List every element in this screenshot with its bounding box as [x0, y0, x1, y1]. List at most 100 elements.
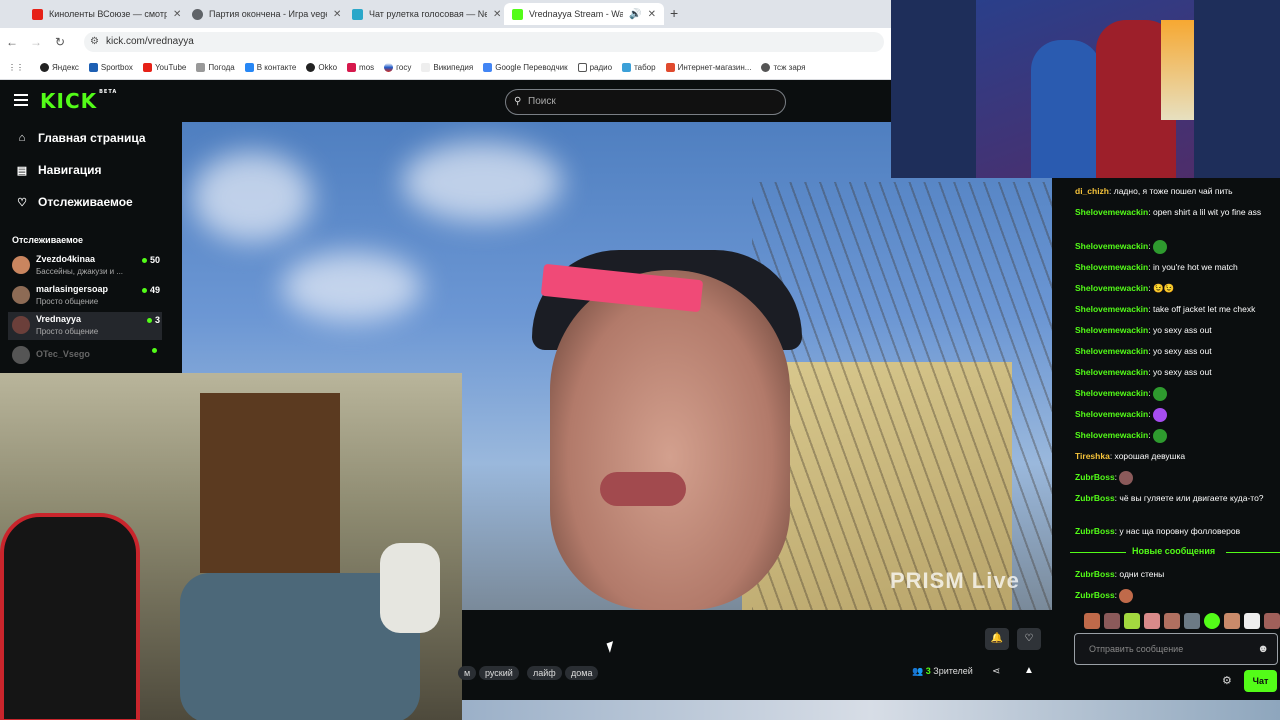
site-info-icon[interactable]: ⚙	[90, 32, 99, 52]
viewer-count: 50	[142, 255, 160, 265]
emote-icon[interactable]	[1164, 613, 1180, 629]
close-tab-icon[interactable]: ✕	[173, 9, 181, 20]
chat-username[interactable]: Shelovemewackin	[1075, 367, 1148, 377]
followed-channel-active[interactable]: Vrednayya Просто общение 3	[8, 312, 162, 340]
chat-username[interactable]: ZubrBoss	[1075, 493, 1115, 503]
chat-username[interactable]: ZubrBoss	[1075, 569, 1115, 579]
chat-username[interactable]: Shelovemewackin	[1075, 388, 1148, 398]
screen: Киноленты ВСоюзе — смотре ✕ Партия оконч…	[0, 0, 1280, 720]
bookmark-item[interactable]: Google Переводчик	[483, 63, 568, 72]
browser-tab-active[interactable]: Vrednayya Stream - Watch 🔊 ✕	[504, 3, 664, 25]
search-input[interactable]: ⚲ Поиск	[505, 89, 786, 115]
bookmark-item[interactable]: Okko	[306, 63, 337, 72]
bookmarks-bar: ⋮⋮ Яндекс Sportbox YouTube Погода В конт…	[0, 56, 891, 80]
close-tab-icon[interactable]: ✕	[333, 9, 341, 20]
stream-tag[interactable]: лайф	[527, 666, 562, 680]
chat-username[interactable]: Shelovemewackin	[1075, 283, 1148, 293]
chat-panel: Новые сообщения Отправить сообщение ☻ ⚙ …	[1052, 178, 1280, 700]
emote-icon[interactable]	[1084, 613, 1100, 629]
bookmark-item[interactable]: Яндекс	[40, 63, 79, 72]
reload-icon[interactable]: ↻	[48, 35, 72, 49]
emote-icon[interactable]	[1244, 613, 1260, 629]
emote-icon[interactable]	[1184, 613, 1200, 629]
chat-input[interactable]: Отправить сообщение ☻	[1074, 633, 1278, 665]
bookmark-item[interactable]: YouTube	[142, 63, 186, 72]
chat-username[interactable]: Shelovemewackin	[1075, 207, 1148, 217]
emote-icon[interactable]	[1224, 613, 1240, 629]
bookmark-folder[interactable]: радио	[577, 63, 612, 72]
chat-message: Shelovemewackin: take off jacket let me …	[1075, 302, 1275, 316]
send-chat-button[interactable]: Чат	[1244, 670, 1277, 692]
bookmark-item[interactable]: Погода	[196, 63, 235, 72]
emote-icon[interactable]	[1264, 613, 1280, 629]
bookshelf	[200, 393, 340, 573]
bookmark-item[interactable]: mos	[347, 63, 374, 72]
bookmark-icon	[88, 63, 98, 72]
new-messages-label: Новые сообщения	[1132, 546, 1216, 556]
kick-logo[interactable]: KICK BETA	[40, 89, 117, 113]
background-strip	[462, 700, 1280, 720]
kick-favicon-icon	[512, 8, 523, 20]
browser-tab[interactable]: Киноленты ВСоюзе — смотре ✕	[24, 3, 189, 25]
followed-channel[interactable]: Zvezdo4kinaa Бассейны, джакузи и ... 50	[8, 252, 162, 280]
followed-channel-offline[interactable]: OTec_Vsego	[8, 342, 162, 370]
browser-tab[interactable]: Чат рулетка голосовая — Neko ✕	[344, 3, 509, 25]
chat-username[interactable]: Tireshka	[1075, 451, 1110, 461]
nav-home[interactable]: ⌂ Главная страница	[16, 131, 146, 145]
bell-icon[interactable]: 🔔	[985, 628, 1009, 650]
chat-username[interactable]: ZubrBoss	[1075, 526, 1115, 536]
address-bar-row: ← → ↻ ⚙ kick.com/vrednayya	[0, 28, 891, 56]
bookmark-item[interactable]: В контакте	[244, 63, 296, 72]
back-icon[interactable]: ←	[0, 35, 24, 49]
close-tab-icon[interactable]: ✕	[493, 9, 501, 20]
chat-username[interactable]: Shelovemewackin	[1075, 346, 1148, 356]
chat-username[interactable]: Shelovemewackin	[1075, 304, 1148, 314]
stream-tag[interactable]: м	[458, 666, 477, 680]
chat-username[interactable]: ZubrBoss	[1075, 590, 1115, 600]
chat-username[interactable]: Shelovemewackin	[1075, 241, 1148, 251]
new-tab-button[interactable]: +	[670, 5, 678, 21]
bookmark-item[interactable]: Интернет-магазин...	[665, 63, 751, 72]
browser-tab[interactable]: Партия окончена - Игра vege ✕	[184, 3, 349, 25]
menu-icon[interactable]	[14, 94, 28, 106]
avatar	[12, 346, 30, 364]
bookmark-item[interactable]: табор	[622, 63, 656, 72]
close-tab-icon[interactable]: ✕	[648, 9, 656, 20]
chat-username[interactable]: ZubrBoss	[1075, 472, 1115, 482]
cloud	[282, 252, 422, 322]
stream-tag[interactable]: руский	[479, 666, 519, 680]
emote-icon[interactable]	[1104, 613, 1120, 629]
bookmark-item[interactable]: госу	[384, 63, 411, 72]
gosu-icon	[384, 63, 394, 72]
bookmark-item[interactable]: тсж заря	[761, 63, 805, 72]
nav-browse[interactable]: ▤ Навигация	[16, 163, 102, 177]
audio-icon[interactable]: 🔊	[629, 9, 641, 20]
smile-icon[interactable]: ☻	[1257, 634, 1269, 664]
emote-icon[interactable]	[1144, 613, 1160, 629]
emote-icon[interactable]	[1204, 613, 1220, 629]
chat-text: yo sexy ass out	[1152, 346, 1212, 356]
gear-icon[interactable]: ⚙	[1222, 674, 1232, 687]
chat-username[interactable]: di_chizh	[1075, 186, 1109, 196]
chat-message: Shelovemewackin: yo sexy ass out	[1075, 344, 1275, 358]
chat-emote-icon	[1152, 239, 1167, 254]
share-icon[interactable]: ⋖	[992, 666, 1000, 677]
chat-username[interactable]: Shelovemewackin	[1075, 325, 1148, 335]
stream-tag[interactable]: дома	[565, 666, 599, 680]
cloud	[402, 142, 562, 222]
wikipedia-icon	[421, 63, 431, 72]
warning-icon[interactable]: ▲	[1024, 665, 1034, 676]
url-field[interactable]: ⚙ kick.com/vrednayya	[84, 32, 884, 52]
emote-icon[interactable]	[1124, 613, 1140, 629]
new-messages-divider: Новые сообщения	[1070, 546, 1280, 558]
bookmark-item[interactable]: Sportbox	[88, 63, 133, 72]
forward-icon[interactable]: →	[24, 35, 48, 49]
nav-following[interactable]: ♡ Отслеживаемое	[16, 195, 133, 209]
heart-outline-icon[interactable]: ♡	[1017, 628, 1041, 650]
chat-username[interactable]: Shelovemewackin	[1075, 430, 1148, 440]
apps-icon[interactable]: ⋮⋮	[8, 63, 24, 72]
chat-username[interactable]: Shelovemewackin	[1075, 409, 1148, 419]
followed-channel[interactable]: marlasingersoap Просто общение 49	[8, 282, 162, 310]
chat-username[interactable]: Shelovemewackin	[1075, 262, 1148, 272]
bookmark-item[interactable]: Википедия	[421, 63, 473, 72]
